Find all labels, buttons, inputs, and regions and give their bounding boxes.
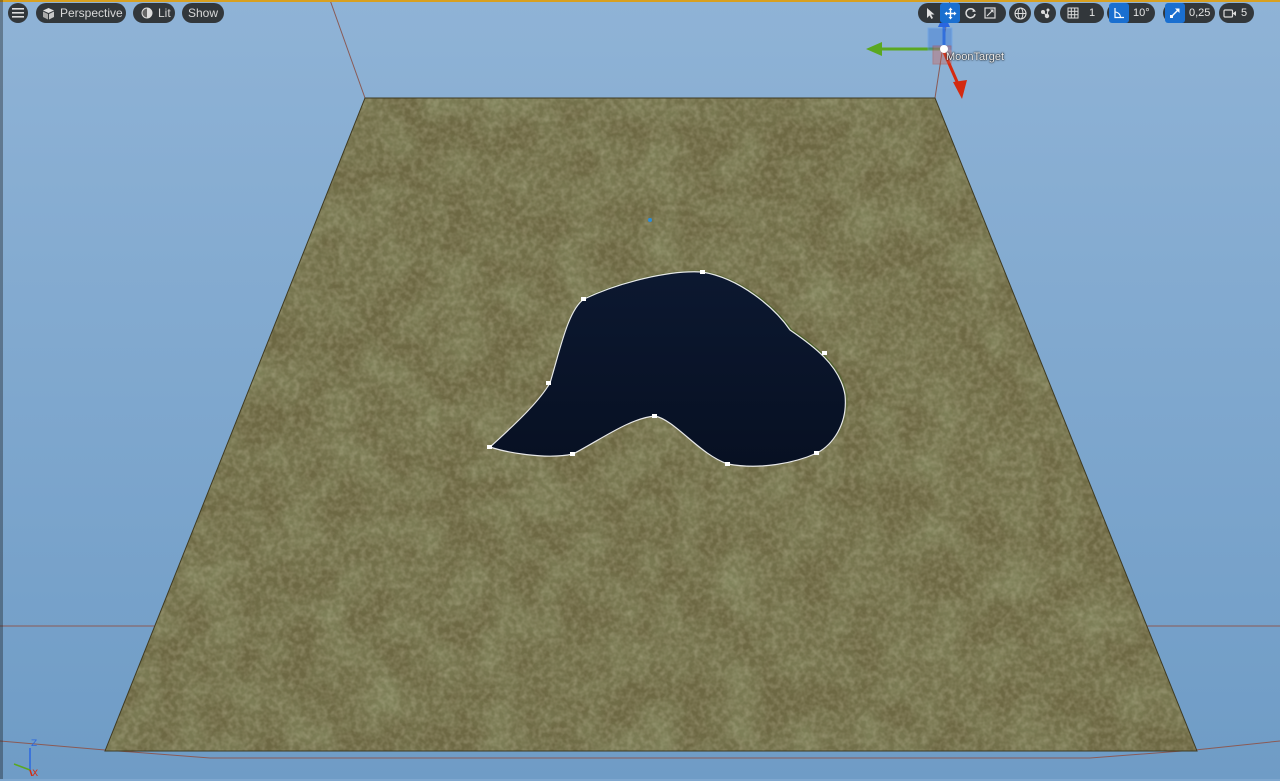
translate-arrows-icon bbox=[944, 7, 957, 20]
grid-icon bbox=[1067, 7, 1079, 19]
spline-point[interactable] bbox=[814, 451, 819, 455]
viewport-active-border bbox=[0, 0, 1280, 2]
show-label: Show bbox=[187, 6, 219, 20]
level-viewport[interactable] bbox=[0, 0, 1280, 779]
selected-actor-label: MoonTarget bbox=[946, 51, 1005, 63]
spline-point[interactable] bbox=[581, 297, 586, 301]
transform-tools-group bbox=[918, 3, 1006, 23]
grid-snap-toggle[interactable] bbox=[1063, 3, 1083, 23]
axis-indicator: Z X bbox=[4, 736, 44, 779]
surface-snap-icon bbox=[1039, 7, 1052, 20]
select-cursor-icon bbox=[925, 7, 936, 19]
camera-icon bbox=[1223, 8, 1237, 19]
spline-point[interactable] bbox=[822, 351, 827, 355]
scale-mode-button[interactable] bbox=[980, 3, 1000, 23]
viewport-menu-button[interactable] bbox=[8, 3, 28, 23]
spline-point[interactable] bbox=[725, 462, 730, 466]
lighting-mode-dropdown[interactable]: Lit bbox=[133, 3, 175, 23]
world-globe-icon bbox=[1013, 6, 1027, 20]
translate-mode-button[interactable] bbox=[940, 3, 960, 23]
grid-snap-value[interactable]: 1 bbox=[1083, 7, 1099, 19]
rotate-icon bbox=[964, 7, 977, 20]
scale-snap-value[interactable]: 0,25 bbox=[1185, 7, 1214, 19]
spline-point[interactable] bbox=[487, 445, 492, 449]
rotation-snap-group[interactable]: 10° bbox=[1107, 3, 1155, 23]
scale-snap-toggle[interactable] bbox=[1165, 3, 1185, 23]
viewport-scene[interactable] bbox=[0, 0, 1280, 779]
view-mode-dropdown[interactable]: Perspective bbox=[36, 3, 126, 23]
select-mode-button[interactable] bbox=[920, 3, 940, 23]
view-mode-label: Perspective bbox=[60, 6, 123, 20]
grid-snap-group[interactable]: 1 bbox=[1060, 3, 1104, 23]
small-actor-marker[interactable] bbox=[648, 218, 652, 222]
lighting-mode-label: Lit bbox=[158, 6, 171, 20]
perspective-cube-icon bbox=[42, 7, 55, 20]
spline-point[interactable] bbox=[700, 270, 705, 274]
spline-point[interactable] bbox=[570, 452, 575, 456]
rotation-snap-value[interactable]: 10° bbox=[1129, 7, 1154, 19]
rotation-snap-toggle[interactable] bbox=[1109, 3, 1129, 23]
show-flags-dropdown[interactable]: Show bbox=[182, 3, 224, 23]
spline-point[interactable] bbox=[652, 414, 657, 418]
camera-speed-value: 5 bbox=[1241, 7, 1248, 19]
viewport-left-edge bbox=[0, 0, 3, 779]
surface-snapping-button[interactable] bbox=[1034, 3, 1056, 23]
lit-sphere-icon bbox=[141, 7, 153, 19]
axis-x-label: X bbox=[32, 769, 38, 776]
world-local-toggle[interactable] bbox=[1009, 3, 1031, 23]
rotate-mode-button[interactable] bbox=[960, 3, 980, 23]
spline-point[interactable] bbox=[546, 381, 551, 385]
camera-speed-button[interactable]: 5 bbox=[1219, 3, 1254, 23]
hamburger-menu-icon bbox=[12, 8, 24, 18]
scale-icon bbox=[984, 7, 996, 19]
angle-icon bbox=[1113, 7, 1125, 19]
scale-snap-icon bbox=[1169, 7, 1181, 19]
scale-snap-group[interactable]: 0,25 bbox=[1163, 3, 1215, 23]
axis-z-label: Z bbox=[31, 739, 37, 749]
